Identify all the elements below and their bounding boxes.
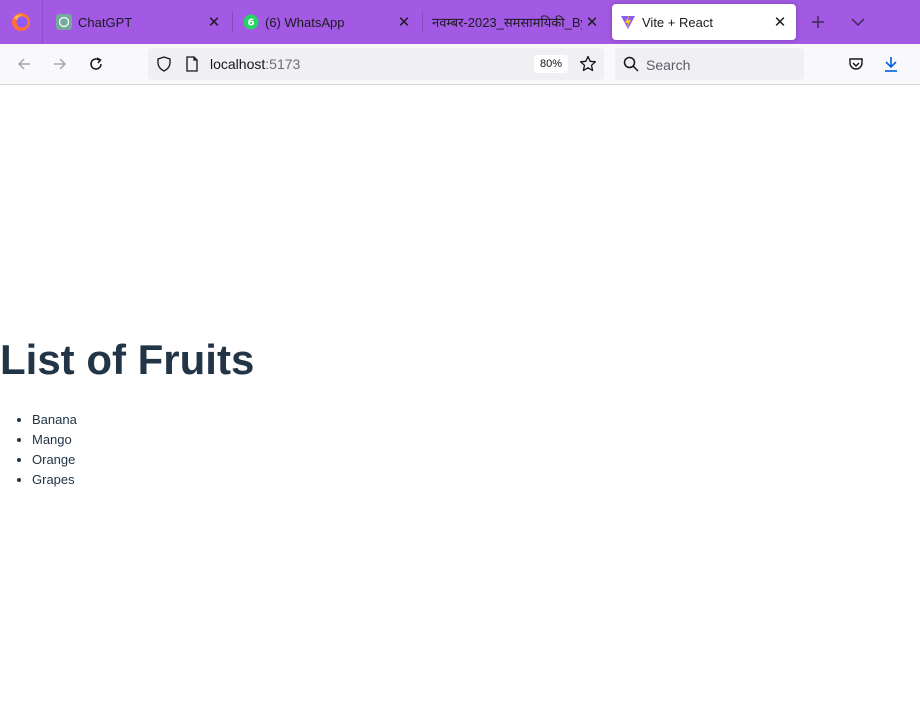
fruit-list: Banana Mango Orange Grapes — [0, 410, 77, 490]
tab-strip: ChatGPT ✕ 6 (6) WhatsApp ✕ नवम्बर-2023_स… — [0, 0, 920, 44]
reload-icon — [90, 57, 102, 70]
list-all-tabs-button[interactable] — [846, 10, 870, 34]
close-tab-icon[interactable]: ✕ — [582, 12, 602, 32]
address-bar[interactable]: localhost:5173 80% — [148, 48, 604, 80]
url-text[interactable]: localhost:5173 — [210, 56, 300, 72]
firefox-menu-button[interactable] — [0, 0, 43, 44]
list-item: Banana — [32, 410, 77, 430]
whatsapp-icon: 6 — [243, 14, 259, 30]
plus-icon — [812, 16, 824, 28]
tab-separator — [232, 12, 233, 32]
page-title: List of Fruits — [0, 336, 255, 383]
tab-vite-react[interactable]: Vite + React ✕ — [612, 4, 796, 40]
search-bar[interactable]: Search — [615, 48, 804, 80]
back-button[interactable] — [10, 50, 38, 78]
downloads-button[interactable] — [877, 50, 905, 78]
bookmark-star-button[interactable] — [578, 54, 598, 74]
chatgpt-icon — [56, 14, 72, 30]
forward-button[interactable] — [46, 50, 74, 78]
arrow-left-icon — [17, 58, 30, 70]
chevron-down-icon — [851, 18, 865, 27]
download-icon — [885, 57, 897, 72]
tab-whatsapp[interactable]: 6 (6) WhatsApp ✕ — [236, 4, 420, 40]
list-item: Grapes — [32, 470, 77, 490]
shield-icon[interactable] — [156, 56, 172, 72]
reload-button[interactable] — [82, 50, 110, 78]
zoom-level-button[interactable]: 80% — [534, 55, 568, 73]
new-tab-button[interactable] — [806, 10, 830, 34]
close-tab-icon[interactable]: ✕ — [394, 12, 414, 32]
pocket-icon — [849, 58, 863, 70]
arrow-right-icon — [54, 58, 67, 70]
star-icon — [579, 55, 597, 72]
vite-icon — [620, 14, 636, 30]
list-item: Mango — [32, 430, 77, 450]
page-info-icon[interactable] — [184, 56, 200, 72]
tab-title: नवम्बर-2023_समसामयिकी_By_D — [432, 15, 582, 30]
firefox-logo-icon — [12, 13, 30, 31]
close-tab-icon[interactable]: ✕ — [770, 12, 790, 32]
whatsapp-badge: 6 — [248, 18, 255, 29]
close-tab-icon[interactable]: ✕ — [204, 12, 224, 32]
url-host: localhost — [210, 56, 266, 72]
tab-title: ChatGPT — [78, 14, 133, 30]
url-port: :5173 — [265, 56, 301, 72]
search-icon — [623, 56, 639, 72]
list-item: Orange — [32, 450, 77, 470]
tab-title: (6) WhatsApp — [265, 14, 345, 30]
tab-chatgpt[interactable]: ChatGPT ✕ — [48, 4, 230, 40]
pocket-button[interactable] — [842, 50, 870, 78]
tab-title: Vite + React — [642, 14, 713, 30]
tab-separator — [422, 12, 423, 32]
navigation-toolbar: localhost:5173 80% Search — [0, 44, 920, 85]
search-placeholder: Search — [646, 57, 691, 73]
tab-pdf[interactable]: नवम्बर-2023_समसामयिकी_By_D ✕ — [426, 4, 606, 40]
